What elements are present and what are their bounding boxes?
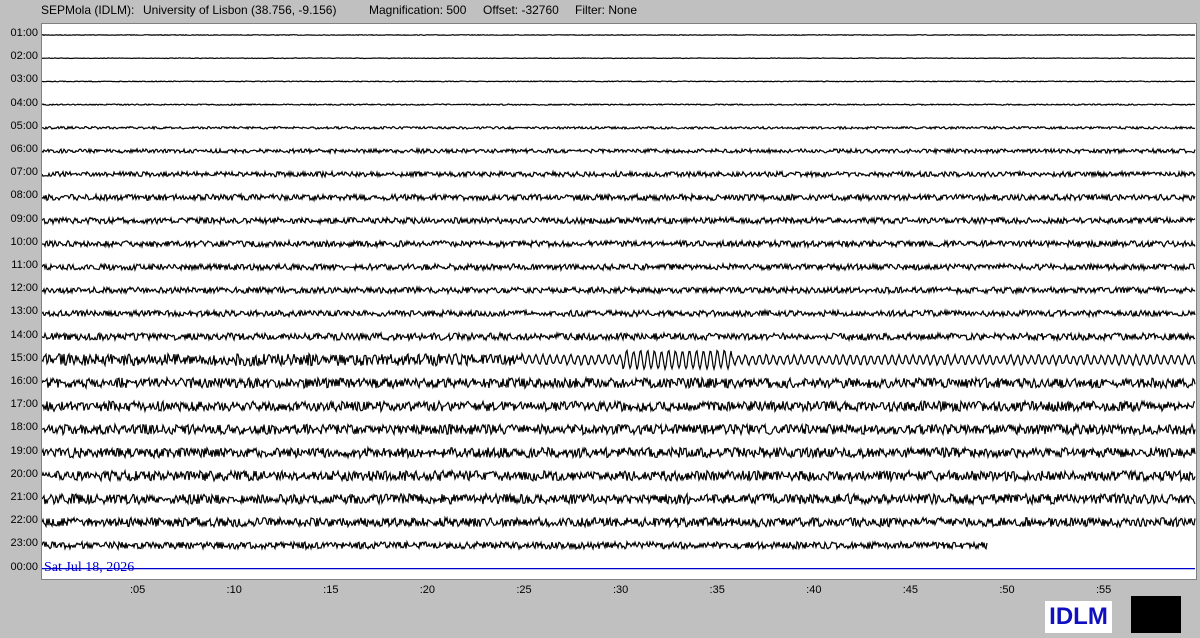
hour-label: 14:00 bbox=[10, 328, 38, 341]
trace-line bbox=[42, 330, 1196, 343]
trace-line bbox=[42, 238, 1196, 250]
header-bar: SEPMola (IDLM): University of Lisbon (38… bbox=[0, 0, 1200, 20]
trace-line bbox=[42, 491, 1196, 507]
trace-line bbox=[42, 468, 1196, 483]
offset-readout: Offset: -32760 bbox=[483, 3, 559, 17]
minute-label: :10 bbox=[226, 584, 242, 596]
trace-line bbox=[42, 308, 1196, 319]
minute-label: :50 bbox=[999, 584, 1015, 596]
trace-line bbox=[42, 192, 1196, 203]
hour-label: 05:00 bbox=[10, 119, 38, 132]
trace-line bbox=[42, 57, 1195, 60]
minute-label: :45 bbox=[902, 584, 919, 596]
hour-label: 23:00 bbox=[10, 537, 38, 550]
hour-label: 06:00 bbox=[10, 143, 38, 155]
hour-label: 11:00 bbox=[11, 259, 38, 271]
hour-label: 12:00 bbox=[10, 282, 38, 295]
hour-label: 07:00 bbox=[10, 166, 38, 179]
trace-line bbox=[42, 539, 988, 552]
trace-line bbox=[42, 80, 1196, 83]
station-logo: IDLM bbox=[1045, 601, 1112, 633]
trace-line bbox=[42, 515, 1196, 529]
trace-line bbox=[42, 422, 1196, 437]
hour-label: 03:00 bbox=[10, 73, 38, 86]
helicorder-plot: Sat Jul 18, 2026 bbox=[41, 23, 1197, 580]
minute-label: :35 bbox=[709, 584, 725, 596]
magnification-readout: Magnification: 500 bbox=[369, 3, 467, 17]
hour-label: 19:00 bbox=[10, 444, 38, 457]
color-swatch bbox=[1131, 596, 1181, 633]
minute-label: :40 bbox=[806, 584, 822, 596]
hour-label: 09:00 bbox=[10, 212, 38, 225]
minute-label: :15 bbox=[323, 584, 339, 596]
hour-label: 13:00 bbox=[10, 305, 38, 318]
trace-line bbox=[42, 169, 1196, 179]
minute-label: :30 bbox=[612, 584, 629, 596]
hour-label: 02:00 bbox=[10, 50, 38, 63]
station-location: University of Lisbon (38.756, -9.156) bbox=[143, 3, 337, 17]
minute-label: :55 bbox=[1095, 584, 1112, 596]
hour-label: 01:00 bbox=[10, 27, 38, 39]
hour-label: 21:00 bbox=[10, 491, 38, 503]
seismogram-traces bbox=[42, 34, 1196, 570]
trace-line bbox=[42, 348, 1196, 372]
trace-line bbox=[42, 125, 1196, 131]
hour-label: 15:00 bbox=[10, 351, 38, 364]
hour-label: 08:00 bbox=[10, 189, 38, 202]
hour-label: 00:00 bbox=[10, 560, 38, 573]
trace-line bbox=[42, 445, 1196, 460]
filter-readout: Filter: None bbox=[575, 3, 638, 17]
station-name: SEPMola (IDLM): bbox=[41, 3, 135, 17]
minute-label: :25 bbox=[516, 584, 532, 596]
minute-label: :20 bbox=[419, 584, 436, 596]
trace-line bbox=[42, 34, 1196, 36]
hour-label: 16:00 bbox=[10, 375, 38, 387]
minute-label: :05 bbox=[129, 584, 146, 596]
hour-label: 18:00 bbox=[10, 421, 38, 434]
trace-line bbox=[42, 146, 1196, 156]
hour-label: 04:00 bbox=[10, 96, 38, 109]
trace-line bbox=[42, 103, 1196, 107]
trace-line bbox=[42, 215, 1196, 226]
hour-label: 20:00 bbox=[10, 467, 38, 480]
hour-label: 10:00 bbox=[10, 235, 38, 248]
hour-label: 22:00 bbox=[10, 514, 38, 527]
trace-line bbox=[42, 285, 1196, 296]
hour-label: 17:00 bbox=[10, 398, 38, 411]
trace-line bbox=[42, 398, 1196, 414]
trace-line bbox=[42, 375, 1196, 391]
date-label: Sat Jul 18, 2026 bbox=[44, 559, 135, 575]
trace-line bbox=[42, 261, 1196, 273]
